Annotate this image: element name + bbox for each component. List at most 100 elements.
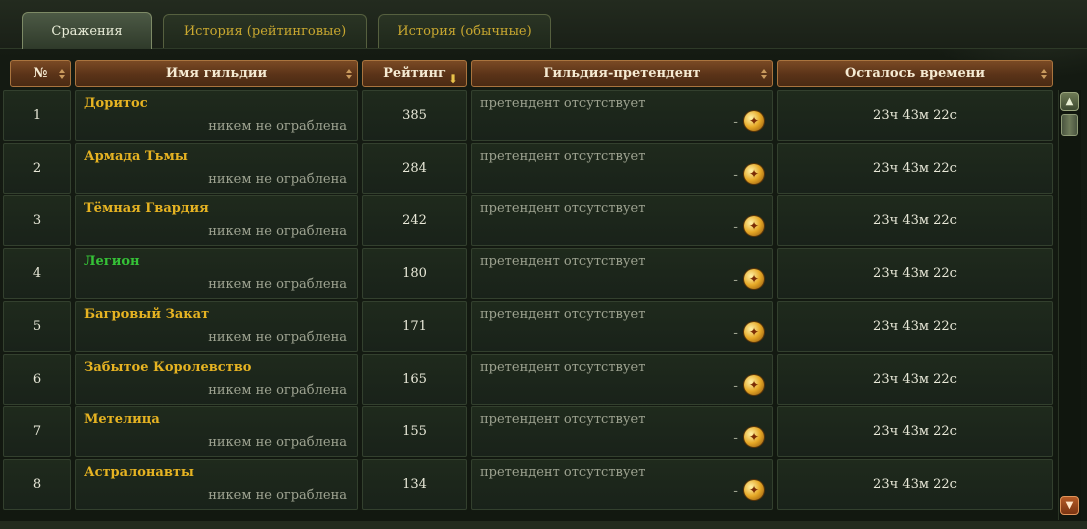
pretender-text: претендент отсутствует bbox=[480, 254, 646, 269]
pretender-cell: претендент отсутствует - ✦ bbox=[471, 248, 773, 299]
pretender-text: претендент отсутствует bbox=[480, 201, 646, 216]
table-row[interactable]: 6 Забытое Королевство никем не ограблена… bbox=[0, 354, 1056, 406]
guild-cell[interactable]: Метелица никем не ограблена bbox=[75, 406, 358, 457]
gold-coin-icon[interactable]: ✦ bbox=[744, 480, 764, 500]
guild-name[interactable]: Багровый Закат bbox=[84, 307, 209, 322]
row-number: 3 bbox=[3, 195, 71, 246]
gold-coin-icon[interactable]: ✦ bbox=[744, 216, 764, 236]
gold-coin-icon[interactable]: ✦ bbox=[744, 111, 764, 131]
battles-window: Сражения История (рейтинговые) История (… bbox=[0, 0, 1087, 529]
pretender-text: претендент отсутствует bbox=[480, 360, 646, 375]
row-number: 5 bbox=[3, 301, 71, 352]
guild-cell[interactable]: Багровый Закат никем не ограблена bbox=[75, 301, 358, 352]
table-row[interactable]: 3 Тёмная Гвардия никем не ограблена 242 … bbox=[0, 195, 1056, 247]
pretender-cell: претендент отсутствует - ✦ bbox=[471, 459, 773, 510]
robbed-status: никем не ограблена bbox=[208, 172, 347, 187]
pretender-cell: претендент отсутствует - ✦ bbox=[471, 195, 773, 246]
sort-icon bbox=[1041, 69, 1047, 79]
guild-cell[interactable]: Тёмная Гвардия никем не ограблена bbox=[75, 195, 358, 246]
guild-rating: 155 bbox=[362, 406, 467, 457]
guild-rating: 385 bbox=[362, 90, 467, 141]
tab-bar: Сражения История (рейтинговые) История (… bbox=[0, 0, 1087, 49]
guild-name[interactable]: Тёмная Гвардия bbox=[84, 201, 209, 216]
pretender-dash: - bbox=[733, 484, 738, 499]
gold-coin-icon[interactable]: ✦ bbox=[744, 269, 764, 289]
robbed-status: никем не ограблена bbox=[208, 224, 347, 239]
time-left: 23ч 43м 22с bbox=[777, 459, 1053, 510]
time-left: 23ч 43м 22с bbox=[777, 406, 1053, 457]
time-left: 23ч 43м 22с bbox=[777, 143, 1053, 194]
gold-coin-icon[interactable]: ✦ bbox=[744, 164, 764, 184]
column-header-time-left-label: Осталось времени bbox=[845, 66, 985, 81]
guild-rating: 242 bbox=[362, 195, 467, 246]
row-number: 6 bbox=[3, 354, 71, 405]
table-row[interactable]: 1 Доритос никем не ограблена 385 претенд… bbox=[0, 90, 1056, 142]
guild-cell[interactable]: Легион никем не ограблена bbox=[75, 248, 358, 299]
time-left: 23ч 43м 22с bbox=[777, 195, 1053, 246]
sort-icon bbox=[761, 69, 767, 79]
scroll-up-button[interactable]: ▲ bbox=[1060, 92, 1079, 111]
sort-desc-arrow-icon: ⬇ bbox=[447, 72, 458, 86]
row-number: 7 bbox=[3, 406, 71, 457]
column-header-rating[interactable]: Рейтинг ⬇ bbox=[362, 60, 467, 87]
row-number: 4 bbox=[3, 248, 71, 299]
guild-cell[interactable]: Доритос никем не ограблена bbox=[75, 90, 358, 141]
pretender-dash: - bbox=[733, 220, 738, 235]
column-header-guild-name[interactable]: Имя гильдии bbox=[75, 60, 358, 87]
guild-name[interactable]: Армада Тьмы bbox=[84, 149, 188, 164]
pretender-dash: - bbox=[733, 326, 738, 341]
sort-icon bbox=[59, 69, 65, 79]
sort-icon bbox=[346, 69, 352, 79]
table-row[interactable]: 8 Астралонавты никем не ограблена 134 пр… bbox=[0, 459, 1056, 511]
robbed-status: никем не ограблена bbox=[208, 488, 347, 503]
row-number: 8 bbox=[3, 459, 71, 510]
guild-rating: 284 bbox=[362, 143, 467, 194]
column-header-num[interactable]: № bbox=[10, 60, 71, 87]
scrollbar[interactable]: ▲ ▼ bbox=[1058, 90, 1081, 520]
pretender-dash: - bbox=[733, 273, 738, 288]
pretender-cell: претендент отсутствует - ✦ bbox=[471, 90, 773, 141]
pretender-dash: - bbox=[733, 168, 738, 183]
guild-rating: 180 bbox=[362, 248, 467, 299]
guild-name[interactable]: Легион bbox=[84, 254, 140, 269]
bottom-edge bbox=[0, 521, 1087, 529]
table-row[interactable]: 7 Метелица никем не ограблена 155 претен… bbox=[0, 406, 1056, 458]
pretender-text: претендент отсутствует bbox=[480, 412, 646, 427]
guild-rating: 134 bbox=[362, 459, 467, 510]
guild-cell[interactable]: Астралонавты никем не ограблена bbox=[75, 459, 358, 510]
pretender-cell: претендент отсутствует - ✦ bbox=[471, 406, 773, 457]
pretender-dash: - bbox=[733, 115, 738, 130]
column-header-num-label: № bbox=[33, 66, 48, 81]
table-row[interactable]: 4 Легион никем не ограблена 180 претенде… bbox=[0, 248, 1056, 300]
table-row[interactable]: 2 Армада Тьмы никем не ограблена 284 пре… bbox=[0, 143, 1056, 195]
guild-name[interactable]: Астралонавты bbox=[84, 465, 194, 480]
guild-cell[interactable]: Забытое Королевство никем не ограблена bbox=[75, 354, 358, 405]
scrollbar-thumb[interactable] bbox=[1061, 114, 1078, 136]
pretender-dash: - bbox=[733, 379, 738, 394]
column-header-rating-label: Рейтинг bbox=[383, 66, 446, 81]
column-header-pretender[interactable]: Гильдия-претендент bbox=[471, 60, 773, 87]
guild-cell[interactable]: Армада Тьмы никем не ограблена bbox=[75, 143, 358, 194]
row-number: 2 bbox=[3, 143, 71, 194]
tab-battles[interactable]: Сражения bbox=[22, 12, 152, 49]
robbed-status: никем не ограблена bbox=[208, 277, 347, 292]
time-left: 23ч 43м 22с bbox=[777, 90, 1053, 141]
guild-name[interactable]: Метелица bbox=[84, 412, 160, 427]
gold-coin-icon[interactable]: ✦ bbox=[744, 375, 764, 395]
guild-rating: 165 bbox=[362, 354, 467, 405]
guild-name[interactable]: Забытое Королевство bbox=[84, 360, 251, 375]
scroll-down-button[interactable]: ▼ bbox=[1060, 496, 1079, 515]
robbed-status: никем не ограблена bbox=[208, 383, 347, 398]
table-row[interactable]: 5 Багровый Закат никем не ограблена 171 … bbox=[0, 301, 1056, 353]
tab-history-normal[interactable]: История (обычные) bbox=[378, 14, 551, 48]
tab-history-rated[interactable]: История (рейтинговые) bbox=[163, 14, 367, 48]
table-header: № Имя гильдии Рейтинг ⬇ Гильдия-претенде… bbox=[0, 58, 1087, 88]
column-header-pretender-label: Гильдия-претендент bbox=[543, 66, 701, 81]
pretender-cell: претендент отсутствует - ✦ bbox=[471, 301, 773, 352]
pretender-dash: - bbox=[733, 431, 738, 446]
robbed-status: никем не ограблена bbox=[208, 119, 347, 134]
column-header-time-left[interactable]: Осталось времени bbox=[777, 60, 1053, 87]
gold-coin-icon[interactable]: ✦ bbox=[744, 322, 764, 342]
guild-name[interactable]: Доритос bbox=[84, 96, 148, 111]
gold-coin-icon[interactable]: ✦ bbox=[744, 427, 764, 447]
